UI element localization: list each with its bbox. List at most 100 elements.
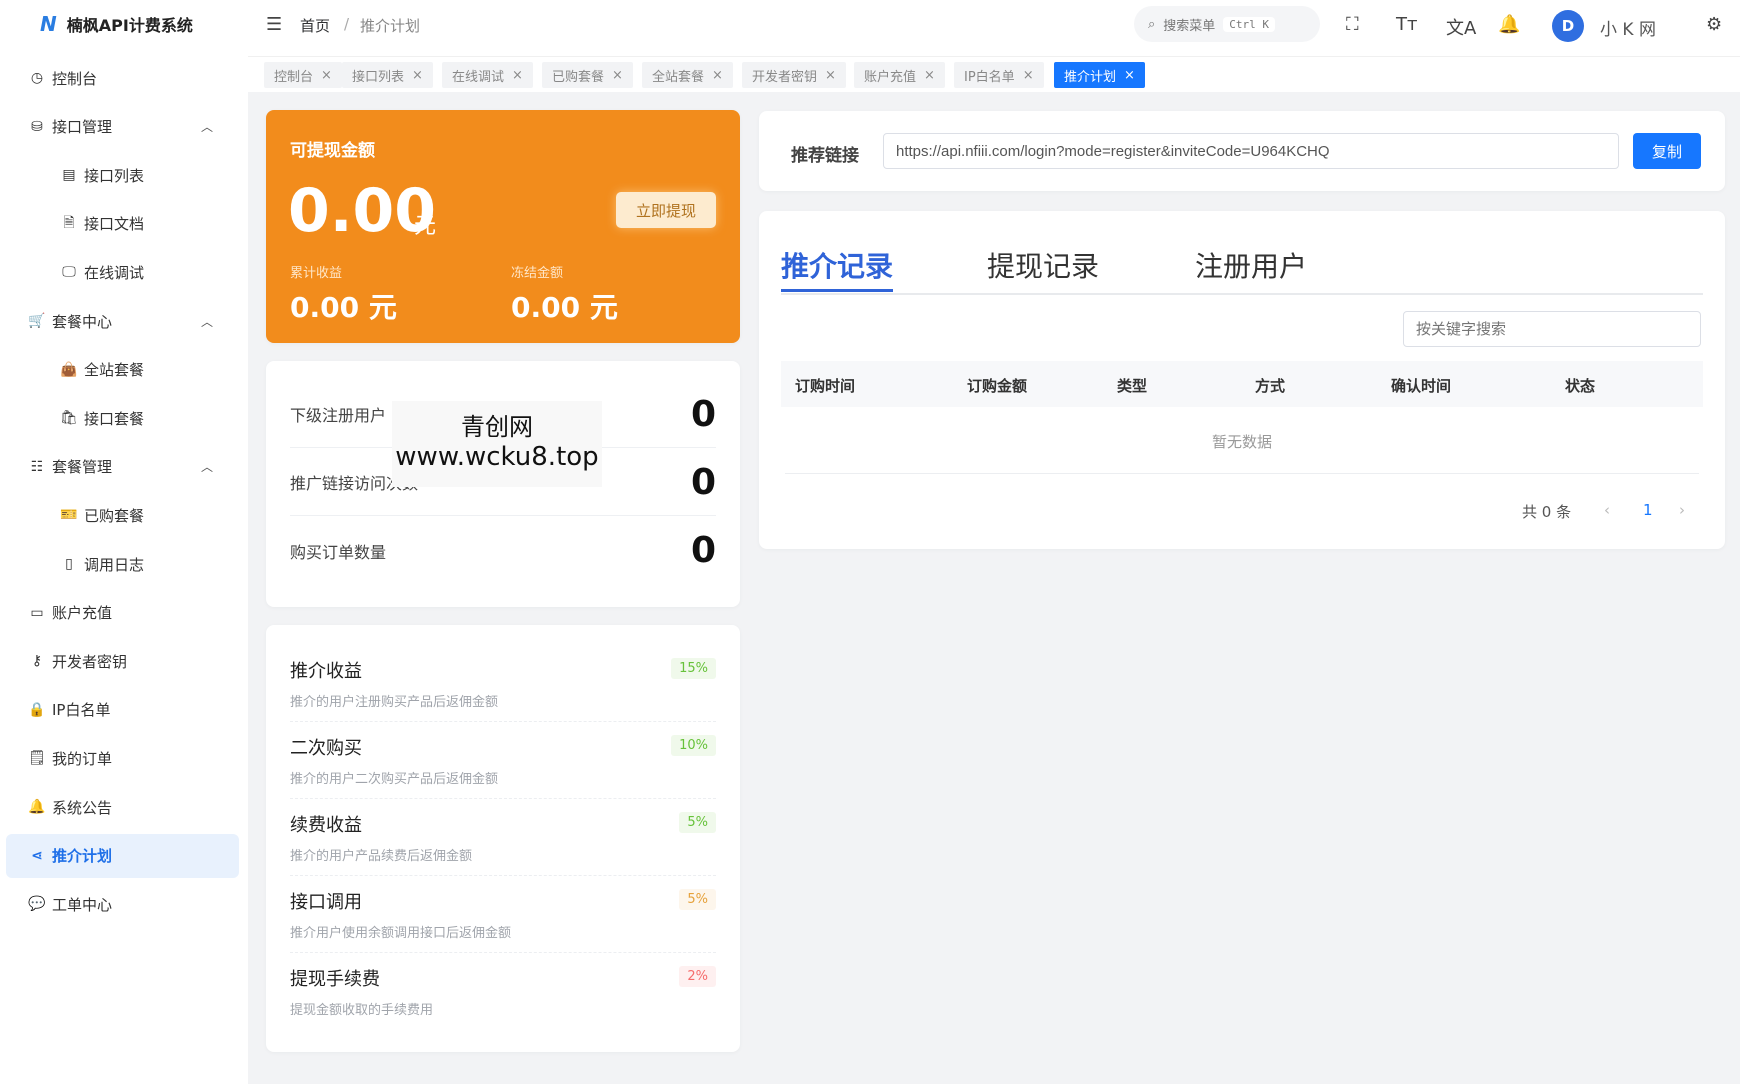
next-page-icon[interactable]: › xyxy=(1679,501,1685,519)
sidebar-item[interactable]: 🛒 套餐中心 ︿ xyxy=(6,299,239,343)
tab-label: 推介计划 xyxy=(1064,69,1117,85)
sidebar-item[interactable]: 🗒 我的订单 xyxy=(6,736,239,780)
keyword-search-input[interactable] xyxy=(1403,311,1701,347)
stat-label: 下级注册用户 xyxy=(290,406,387,425)
sidebar-item[interactable]: ⛁ 接口管理 ︿ xyxy=(6,105,239,149)
sidebar-item[interactable]: ▤ 接口列表 xyxy=(6,153,239,197)
tab-referral-records[interactable]: 推介记录 xyxy=(781,245,894,292)
rate-description: 推介的用户产品续费后返佣金额 xyxy=(290,849,473,864)
column-header: 订购时间 xyxy=(795,377,856,395)
sidebar-item[interactable]: 🛍 接口套餐 xyxy=(6,396,239,440)
search-placeholder: 搜索菜单 xyxy=(1163,18,1216,34)
menu-search[interactable]: ⌕ 搜索菜单 Ctrl K xyxy=(1134,6,1320,42)
withdraw-button[interactable]: 立即提现 xyxy=(616,192,716,228)
rate-description: 推介的用户二次购买产品后返佣金额 xyxy=(290,772,499,787)
tab-item[interactable]: 已购套餐 × xyxy=(542,62,633,88)
settings-icon[interactable]: ⚙ xyxy=(1706,14,1722,35)
sidebar: N 楠枫API计费系统 ◷ 控制台 ⛁ 接口管理 ︿ ▤ 接口列表 🗎 接口文档 🖵 在线调试 🛒 套餐… xyxy=(0,0,248,1084)
bag-filled-icon: 👜 xyxy=(60,361,78,378)
rate-description: 推介的用户注册购买产品后返佣金额 xyxy=(290,695,499,710)
empty-text: 暂无数据 xyxy=(1211,433,1272,451)
close-icon[interactable]: × xyxy=(612,68,623,83)
commission-rate-item: 推介收益 推介的用户注册购买产品后返佣金额 15% xyxy=(290,645,716,722)
sidebar-item[interactable]: 🔒 IP白名单 xyxy=(6,688,239,732)
tab-item[interactable]: 全站套餐 × xyxy=(642,62,733,88)
sidebar-item-label: 已购套餐 xyxy=(84,506,145,525)
sidebar-item[interactable]: 🖵 在线调试 xyxy=(6,250,239,294)
records-card: 推介记录 提现记录 注册用户 订购时间 订购金额 类型 方式 确认时间 状态 暂无数据 共… xyxy=(759,211,1725,549)
bell-icon: 🔔 xyxy=(28,799,46,815)
sidebar-item-label: 套餐中心 xyxy=(52,312,113,331)
referral-link-card: 推荐链接 复制 xyxy=(759,111,1725,191)
gauge-icon: ◷ xyxy=(30,70,44,86)
rate-badge: 15% xyxy=(671,658,716,679)
sidebar-item[interactable]: ◷ 控制台 xyxy=(6,56,239,100)
rate-description: 推介用户使用余额调用接口后返佣金额 xyxy=(290,926,512,941)
sidebar-item[interactable]: ⚷ 开发者密钥 xyxy=(6,639,239,683)
total-earnings-value: 0.00 元 xyxy=(290,291,397,324)
sidebar-item[interactable]: 🗎 接口文档 xyxy=(6,202,239,246)
chevron-up-icon[interactable]: ︿ xyxy=(201,118,213,135)
tab-label: 账户充值 xyxy=(864,69,917,85)
rate-description: 提现金额收取的手续费用 xyxy=(290,1003,434,1018)
tab-item[interactable]: 开发者密钥 × xyxy=(742,62,846,88)
sidebar-item[interactable]: 💬 工单中心 xyxy=(6,882,239,926)
tab-item[interactable]: 控制台 × xyxy=(264,62,342,88)
watermark: 青创网 www.wcku8.top xyxy=(392,401,602,487)
sidebar-item[interactable]: 👜 全站套餐 xyxy=(6,348,239,392)
tab-item[interactable]: IP白名单 × xyxy=(954,62,1044,88)
bell-icon[interactable]: 🔔 xyxy=(1498,14,1520,35)
referral-link-input[interactable] xyxy=(883,133,1619,169)
cart-icon: 🛒 xyxy=(28,313,46,329)
username[interactable]: 小 K 网 xyxy=(1600,15,1656,40)
total-count: 共 0 条 xyxy=(1522,503,1572,521)
sidebar-item-label: 推介计划 xyxy=(52,847,113,866)
sidebar-item-label: 调用日志 xyxy=(84,555,145,574)
ticket-icon: 🎫 xyxy=(60,507,78,524)
translate-icon[interactable]: 文A xyxy=(1446,14,1476,40)
sidebar-item[interactable]: ⋖ 推介计划 xyxy=(6,833,239,878)
tab-item[interactable]: 推介计划 × xyxy=(1054,62,1145,88)
prev-page-icon[interactable]: ‹ xyxy=(1604,501,1610,519)
close-icon[interactable]: × xyxy=(825,68,836,83)
font-size-icon[interactable]: Tт xyxy=(1396,14,1417,35)
column-header: 状态 xyxy=(1565,377,1596,395)
copy-button[interactable]: 复制 xyxy=(1633,133,1701,169)
menu-collapse-icon[interactable]: ☰ xyxy=(266,14,282,35)
avatar[interactable]: D xyxy=(1552,10,1584,42)
sidebar-item[interactable]: 🎫 已购套餐 xyxy=(6,493,239,537)
lock-icon: 🔒 xyxy=(28,701,46,718)
sidebar-item[interactable]: ☷ 套餐管理 ︿ xyxy=(6,445,239,489)
sidebar-item-label: 接口套餐 xyxy=(84,409,145,428)
close-icon[interactable]: × xyxy=(321,68,332,83)
chevron-up-icon[interactable]: ︿ xyxy=(201,313,213,330)
sidebar-item[interactable]: ▯ 调用日志 xyxy=(6,542,239,586)
tab-item[interactable]: 账户充值 × xyxy=(854,62,945,88)
tab-item[interactable]: 在线调试 × xyxy=(442,62,533,88)
logo-icon: N xyxy=(40,12,57,36)
close-icon[interactable]: × xyxy=(412,68,423,83)
frozen-amount-value: 0.00 元 xyxy=(511,291,618,324)
breadcrumb-home[interactable]: 首页 xyxy=(300,15,330,36)
chevron-up-icon[interactable]: ︿ xyxy=(201,458,213,475)
tab-item[interactable]: 接口列表 × xyxy=(342,62,433,88)
close-icon[interactable]: × xyxy=(712,68,723,83)
close-icon[interactable]: × xyxy=(1023,68,1034,83)
commission-rate-item: 提现手续费 提现金额收取的手续费用 2% xyxy=(290,953,716,1030)
sidebar-item[interactable]: ▭ 账户充值 xyxy=(6,591,239,635)
close-icon[interactable]: × xyxy=(924,68,935,83)
stat-row: 购买订单数量 0 xyxy=(290,517,716,584)
fullscreen-icon[interactable]: ⛶ xyxy=(1346,14,1359,35)
page-1[interactable]: 1 xyxy=(1643,501,1653,519)
tab-registered-users[interactable]: 注册用户 xyxy=(1195,245,1307,285)
tab-withdraw-records[interactable]: 提现记录 xyxy=(987,245,1099,285)
commission-rates-card: 推介收益 推介的用户注册购买产品后返佣金额 15% 二次购买 推介的用户二次购买产品后返… xyxy=(266,625,740,1052)
sidebar-item-label: 账户充值 xyxy=(52,604,113,623)
close-icon[interactable]: × xyxy=(512,68,523,83)
sidebar-item[interactable]: 🔔 系统公告 xyxy=(6,785,239,829)
balance-card: 可提现金额 0.00 元 立即提现 累计收益 0.00 元 冻结金额 0.00 … xyxy=(266,110,740,343)
tab-label: 接口列表 xyxy=(352,69,405,85)
key-icon: ⚷ xyxy=(31,653,43,670)
close-icon[interactable]: × xyxy=(1124,68,1135,83)
app-logo[interactable]: N 楠枫API计费系统 xyxy=(40,12,193,36)
